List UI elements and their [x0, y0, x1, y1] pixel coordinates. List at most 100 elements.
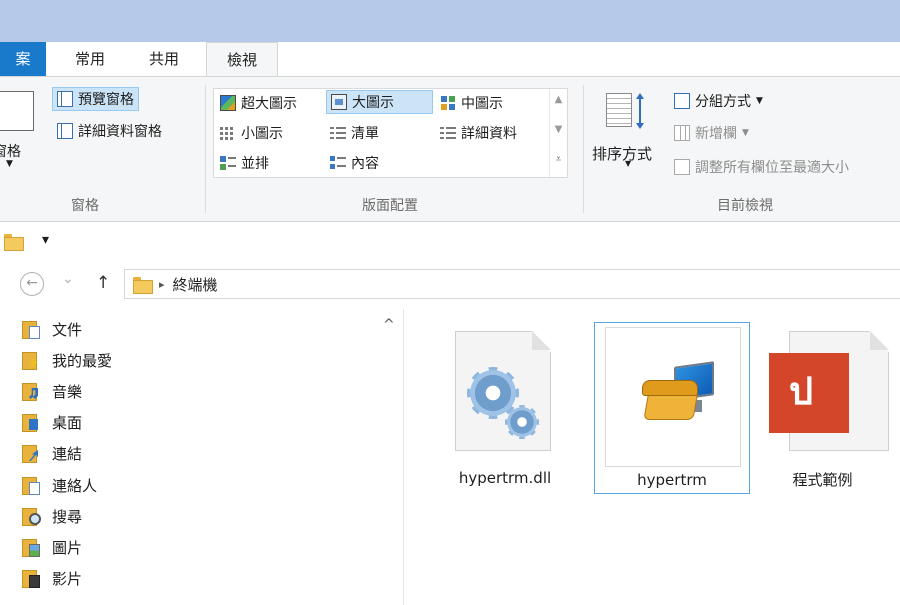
layout-medium-icons[interactable]: 中圖示 — [440, 91, 503, 115]
address-row: ← ⌄ ↑ ▸ 終端機 — [0, 261, 900, 309]
navigation-pane-icon — [0, 91, 34, 131]
documents-icon — [22, 320, 42, 339]
tab-view[interactable]: 檢視 — [206, 42, 278, 77]
details-pane-label: 詳細資料窗格 — [78, 124, 162, 140]
navigation-pane: ^ 文件 我的最愛 音樂 桌面 連結 連絡人 搜尋 圖片 影片 — [0, 309, 404, 605]
file-item-selected[interactable]: hypertrm — [594, 322, 750, 494]
contacts-icon — [22, 476, 42, 495]
add-columns-button[interactable]: 新增欄 ▼ — [674, 123, 749, 143]
layout-item-label: 中圖示 — [461, 96, 503, 112]
pictures-icon — [22, 538, 42, 557]
small-icons-icon — [220, 125, 236, 141]
back-button[interactable]: ← — [20, 272, 44, 296]
nav-scroll-up-icon[interactable]: ^ — [383, 317, 395, 333]
group-by-label: 分組方式 — [695, 94, 751, 110]
file-list: hypertrm.dll hypertrm ป 程式範例 — [405, 309, 900, 605]
file-item[interactable]: hypertrm.dll — [449, 325, 561, 493]
chevron-down-icon: ▼ — [625, 159, 632, 168]
layout-item-label: 超大圖示 — [241, 96, 297, 112]
layout-tiles[interactable]: 並排 — [220, 151, 269, 175]
large-icons-icon — [331, 94, 347, 110]
content-icon — [330, 155, 346, 171]
sort-icon — [604, 93, 644, 131]
breadcrumb-separator-icon[interactable]: ▸ — [159, 278, 165, 291]
nav-item-contacts[interactable]: 連絡人 — [22, 473, 97, 497]
chevron-down-icon: ▼ — [756, 96, 763, 106]
videos-icon — [22, 569, 42, 588]
navigation-pane-button[interactable]: 窗格 ▼ — [0, 91, 40, 169]
chevron-down-icon: ▼ — [742, 128, 749, 138]
address-bar[interactable]: ▸ 終端機 — [124, 269, 900, 299]
nav-item-searches[interactable]: 搜尋 — [22, 504, 82, 528]
nav-item-pictures[interactable]: 圖片 — [22, 535, 82, 559]
add-columns-label: 新增欄 — [695, 126, 737, 142]
gallery-scroll-down-icon[interactable]: ▼ — [550, 119, 567, 141]
list-icon — [330, 125, 346, 141]
breadcrumb-item[interactable]: 終端機 — [173, 274, 218, 295]
ribbon-view-panel: 窗格 ▼ 預覽窗格 詳細資料窗格 窗格 超大圖示 大圖示 中圖示 小圖示 清單 — [0, 76, 900, 222]
hyperterminal-phone-icon — [605, 327, 741, 467]
searches-icon — [22, 507, 42, 526]
music-icon — [22, 382, 42, 401]
pdf-document-icon: ป — [769, 331, 893, 453]
layout-item-label: 詳細資料 — [461, 126, 517, 142]
medium-icons-icon — [440, 95, 456, 111]
nav-item-label: 桌面 — [52, 413, 83, 432]
folder-icon — [4, 234, 24, 251]
extra-large-icons-icon — [220, 95, 236, 111]
file-item[interactable]: ป 程式範例 — [765, 325, 900, 493]
layout-small-icons[interactable]: 小圖示 — [220, 121, 283, 145]
nav-item-links[interactable]: 連結 — [22, 441, 82, 465]
group-by-icon — [674, 93, 690, 109]
nav-item-label: 連絡人 — [52, 476, 98, 495]
layout-extra-large-icons[interactable]: 超大圖示 — [220, 91, 297, 115]
layout-item-label: 清單 — [351, 126, 379, 142]
nav-item-label: 文件 — [52, 320, 83, 339]
nav-item-desktop[interactable]: 桌面 — [22, 410, 82, 434]
layout-list[interactable]: 清單 — [330, 121, 379, 145]
nav-item-music[interactable]: 音樂 — [22, 379, 82, 403]
nav-item-label: 我的最愛 — [52, 351, 113, 370]
gallery-scroll-up-icon[interactable]: ▲ — [550, 89, 567, 111]
group-by-button[interactable]: 分組方式 ▼ — [674, 91, 763, 111]
navigation-pane-label: 窗格 — [0, 144, 21, 160]
preview-pane-button[interactable]: 預覽窗格 — [52, 87, 139, 111]
nav-item-favorites[interactable]: 我的最愛 — [22, 348, 112, 372]
size-all-columns-button[interactable]: 調整所有欄位至最適大小 — [674, 157, 849, 177]
file-name: hypertrm.dll — [458, 469, 552, 487]
links-icon — [22, 444, 42, 463]
quick-access-toolbar: ▾ — [0, 223, 900, 261]
up-button[interactable]: ↑ — [96, 273, 110, 293]
gallery-expand-icon[interactable]: ⩡ — [550, 149, 567, 171]
group-divider — [583, 85, 584, 213]
nav-item-label: 影片 — [52, 569, 83, 588]
nav-item-documents[interactable]: 文件 — [22, 317, 82, 341]
qat-dropdown-icon[interactable]: ▾ — [42, 232, 49, 248]
add-columns-icon — [674, 125, 690, 141]
layout-item-label: 內容 — [351, 156, 379, 172]
details-icon — [440, 125, 456, 141]
gallery-scrollbar[interactable]: ▲ ▼ ⩡ — [549, 89, 567, 177]
layout-content[interactable]: 內容 — [330, 151, 379, 175]
sort-by-button[interactable]: 排序方式 ▼ — [592, 89, 666, 169]
tab-file[interactable]: 案 — [0, 42, 46, 76]
group-label-panes: 窗格 — [71, 198, 99, 214]
nav-item-label: 圖片 — [52, 538, 83, 557]
file-name: hypertrm — [637, 471, 707, 489]
nav-item-videos[interactable]: 影片 — [22, 566, 82, 590]
nav-item-label: 連結 — [52, 444, 83, 463]
layout-item-label: 大圖示 — [352, 95, 394, 111]
layout-large-icons[interactable]: 大圖示 — [326, 90, 433, 114]
folder-icon — [133, 276, 153, 294]
nav-item-label: 搜尋 — [52, 507, 83, 526]
recent-locations-dropdown-icon[interactable]: ⌄ — [62, 271, 74, 287]
tab-share[interactable]: 共用 — [144, 42, 184, 76]
dll-gear-icon — [455, 331, 555, 453]
layout-details[interactable]: 詳細資料 — [440, 121, 517, 145]
details-pane-button[interactable]: 詳細資料窗格 — [57, 121, 162, 141]
tiles-icon — [220, 155, 236, 171]
size-all-columns-label: 調整所有欄位至最適大小 — [695, 160, 849, 176]
tab-home[interactable]: 常用 — [64, 42, 116, 76]
file-name: 程式範例 — [792, 471, 853, 489]
layout-item-label: 並排 — [241, 156, 269, 172]
